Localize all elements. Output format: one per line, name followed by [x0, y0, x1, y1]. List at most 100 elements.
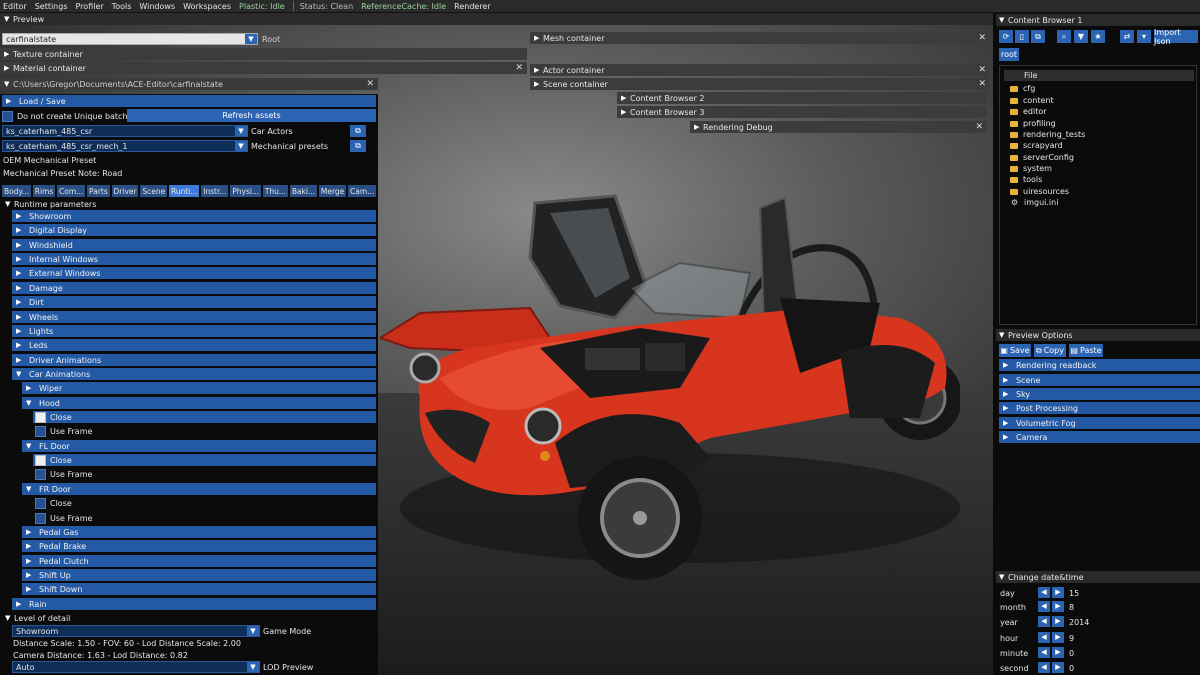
anim-pedal-clutch[interactable]: ▶ Pedal Clutch	[22, 555, 376, 567]
file-item[interactable]: cfg	[1010, 83, 1035, 94]
option-volumetric-fog[interactable]: ▶ Volumetric Fog	[999, 417, 1200, 429]
year-increment-icon[interactable]: ▶	[1052, 616, 1064, 627]
unique-batches-checkbox[interactable]: Do not create Unique batches	[2, 110, 137, 122]
file-item[interactable]: uiresources	[1010, 186, 1069, 197]
minute-increment-icon[interactable]: ▶	[1052, 647, 1064, 658]
hour-value[interactable]: 9	[1069, 632, 1074, 644]
close-icon[interactable]: ✕	[978, 78, 986, 90]
param-lights[interactable]: ▶ Lights	[12, 325, 376, 337]
minute-value[interactable]: 0	[1069, 647, 1074, 659]
second-increment-icon[interactable]: ▶	[1052, 662, 1064, 673]
anim-wiper[interactable]: ▶ Wiper	[22, 382, 376, 394]
new-file-icon[interactable]: ▯	[1015, 30, 1029, 43]
scene-container-header[interactable]: ▶ Scene container ✕	[530, 78, 990, 90]
mechanical-presets-combo[interactable]: ks_caterham_485_csr_mech_1 ▼	[2, 140, 248, 152]
sync-icon[interactable]: ⇄	[1120, 30, 1134, 43]
chevron-down-icon[interactable]: ▼	[247, 626, 259, 636]
tab-baking[interactable]: Baki...	[289, 185, 317, 197]
preview-options-title[interactable]: ▼ Preview Options	[996, 329, 1200, 341]
tab-instruments[interactable]: Instr...	[201, 185, 229, 197]
anim-pedal-gas[interactable]: ▶ Pedal Gas	[22, 526, 376, 538]
material-container-header[interactable]: ▶ Material container ✕	[0, 62, 527, 74]
refresh-assets-button[interactable]: Refresh assets	[127, 109, 376, 122]
close-icon[interactable]: ✕	[978, 32, 986, 44]
day-value[interactable]: 15	[1069, 587, 1079, 599]
tab-body[interactable]: Body...	[2, 185, 31, 197]
param-car-animations[interactable]: ▼ Car Animations	[12, 368, 376, 380]
option-sky[interactable]: ▶ Sky	[999, 388, 1200, 400]
fl-use-frame-checkbox[interactable]: Use Frame	[33, 468, 92, 480]
paste-button[interactable]: ▤ Paste	[1069, 344, 1103, 357]
close-icon[interactable]: ✕	[515, 62, 523, 74]
param-external-windows[interactable]: ▶ External Windows	[12, 267, 376, 279]
second-value[interactable]: 0	[1069, 662, 1074, 674]
option-rendering-readback[interactable]: ▶ Rendering readback	[999, 359, 1200, 371]
menu-workspaces[interactable]: Workspaces	[183, 2, 231, 11]
chevron-down-icon[interactable]: ▼	[235, 141, 247, 151]
param-leds[interactable]: ▶ Leds	[12, 339, 376, 351]
checkbox[interactable]	[35, 497, 46, 509]
file-item[interactable]: serverConfig	[1010, 152, 1074, 163]
param-digital-display[interactable]: ▶ Digital Display	[12, 224, 376, 236]
file-item[interactable]: content	[1010, 95, 1054, 106]
file-item[interactable]: system	[1010, 163, 1052, 174]
menu-editor[interactable]: Editor	[3, 2, 27, 11]
anim-fr-door[interactable]: ▼ FR Door	[22, 483, 376, 495]
day-decrement-icon[interactable]: ◀	[1038, 587, 1050, 598]
tab-com[interactable]: Com...	[57, 185, 86, 197]
menu-tools[interactable]: Tools	[112, 2, 132, 11]
fl-close-checkbox[interactable]: Close	[33, 454, 376, 466]
file-item[interactable]: editor	[1010, 106, 1047, 117]
file-item[interactable]: tools	[1010, 174, 1042, 185]
menu-profiler[interactable]: Profiler	[76, 2, 104, 11]
open-external-icon[interactable]: ⧉	[350, 140, 366, 152]
lod-preview-combo[interactable]: Auto ▼	[12, 661, 260, 673]
param-rain[interactable]: ▶ Rain	[12, 598, 376, 610]
anim-pedal-brake[interactable]: ▶ Pedal Brake	[22, 540, 376, 552]
anim-shift-down[interactable]: ▶ Shift Down	[22, 583, 376, 595]
refresh-icon[interactable]: ⟳	[999, 30, 1013, 43]
anim-shift-up[interactable]: ▶ Shift Up	[22, 569, 376, 581]
param-windshield[interactable]: ▶ Windshield	[12, 239, 376, 251]
content-browser-3-header[interactable]: ▶ Content Browser 3	[617, 106, 987, 118]
chevron-down-icon[interactable]: ▼	[245, 34, 257, 44]
file-item[interactable]: rendering_tests	[1010, 129, 1085, 140]
menu-renderer[interactable]: Renderer	[454, 2, 491, 11]
file-item[interactable]: scrapyard	[1010, 140, 1063, 151]
tab-parts[interactable]: Parts	[87, 185, 110, 197]
asset-combo[interactable]: carfinalstate ▼	[2, 33, 258, 45]
anim-fl-door[interactable]: ▼ FL Door	[22, 440, 376, 452]
checkbox[interactable]	[35, 411, 46, 423]
runtime-params-header[interactable]: ▼ Runtime parameters	[5, 198, 96, 210]
fr-close-checkbox[interactable]: Close	[33, 497, 72, 509]
hour-increment-icon[interactable]: ▶	[1052, 632, 1064, 643]
chevron-down-icon[interactable]: ▼	[247, 662, 259, 672]
param-showroom[interactable]: ▶ Showroom	[12, 210, 376, 222]
star-icon[interactable]: ★	[1091, 30, 1105, 43]
path-window-title[interactable]: ▼ C:\Users\Gregor\Documents\ACE-Editor\ca…	[0, 78, 378, 90]
tab-camera[interactable]: Cam...	[348, 185, 376, 197]
rendering-debug-header[interactable]: ▶ Rendering Debug ✕	[690, 121, 987, 133]
lod-mode-combo[interactable]: Showroom ▼	[12, 625, 260, 637]
tab-driver[interactable]: Driver	[111, 185, 139, 197]
import-json-button[interactable]: Import Json	[1154, 28, 1198, 46]
file-item[interactable]: profiling	[1010, 118, 1056, 129]
tab-rims[interactable]: Rims	[32, 185, 56, 197]
param-internal-windows[interactable]: ▶ Internal Windows	[12, 253, 376, 265]
hood-use-frame-checkbox[interactable]: Use Frame	[33, 425, 92, 437]
close-icon[interactable]: ✕	[366, 78, 374, 90]
tab-runtime[interactable]: Runti...	[168, 185, 200, 197]
param-driver-animations[interactable]: ▶ Driver Animations	[12, 354, 376, 366]
filter-icon[interactable]: ▼	[1074, 30, 1088, 43]
param-wheels[interactable]: ▶ Wheels	[12, 311, 376, 323]
close-icon[interactable]: ✕	[975, 121, 983, 133]
day-increment-icon[interactable]: ▶	[1052, 587, 1064, 598]
second-decrement-icon[interactable]: ◀	[1038, 662, 1050, 673]
option-camera[interactable]: ▶ Camera	[999, 431, 1200, 443]
mesh-container-header[interactable]: ▶ Mesh container ✕	[530, 32, 990, 44]
hood-close-checkbox[interactable]: Close	[33, 411, 376, 423]
content-browser-2-header[interactable]: ▶ Content Browser 2	[617, 92, 987, 104]
month-decrement-icon[interactable]: ◀	[1038, 601, 1050, 612]
tab-scene[interactable]: Scene	[140, 185, 167, 197]
root-breadcrumb[interactable]: root	[999, 48, 1019, 61]
